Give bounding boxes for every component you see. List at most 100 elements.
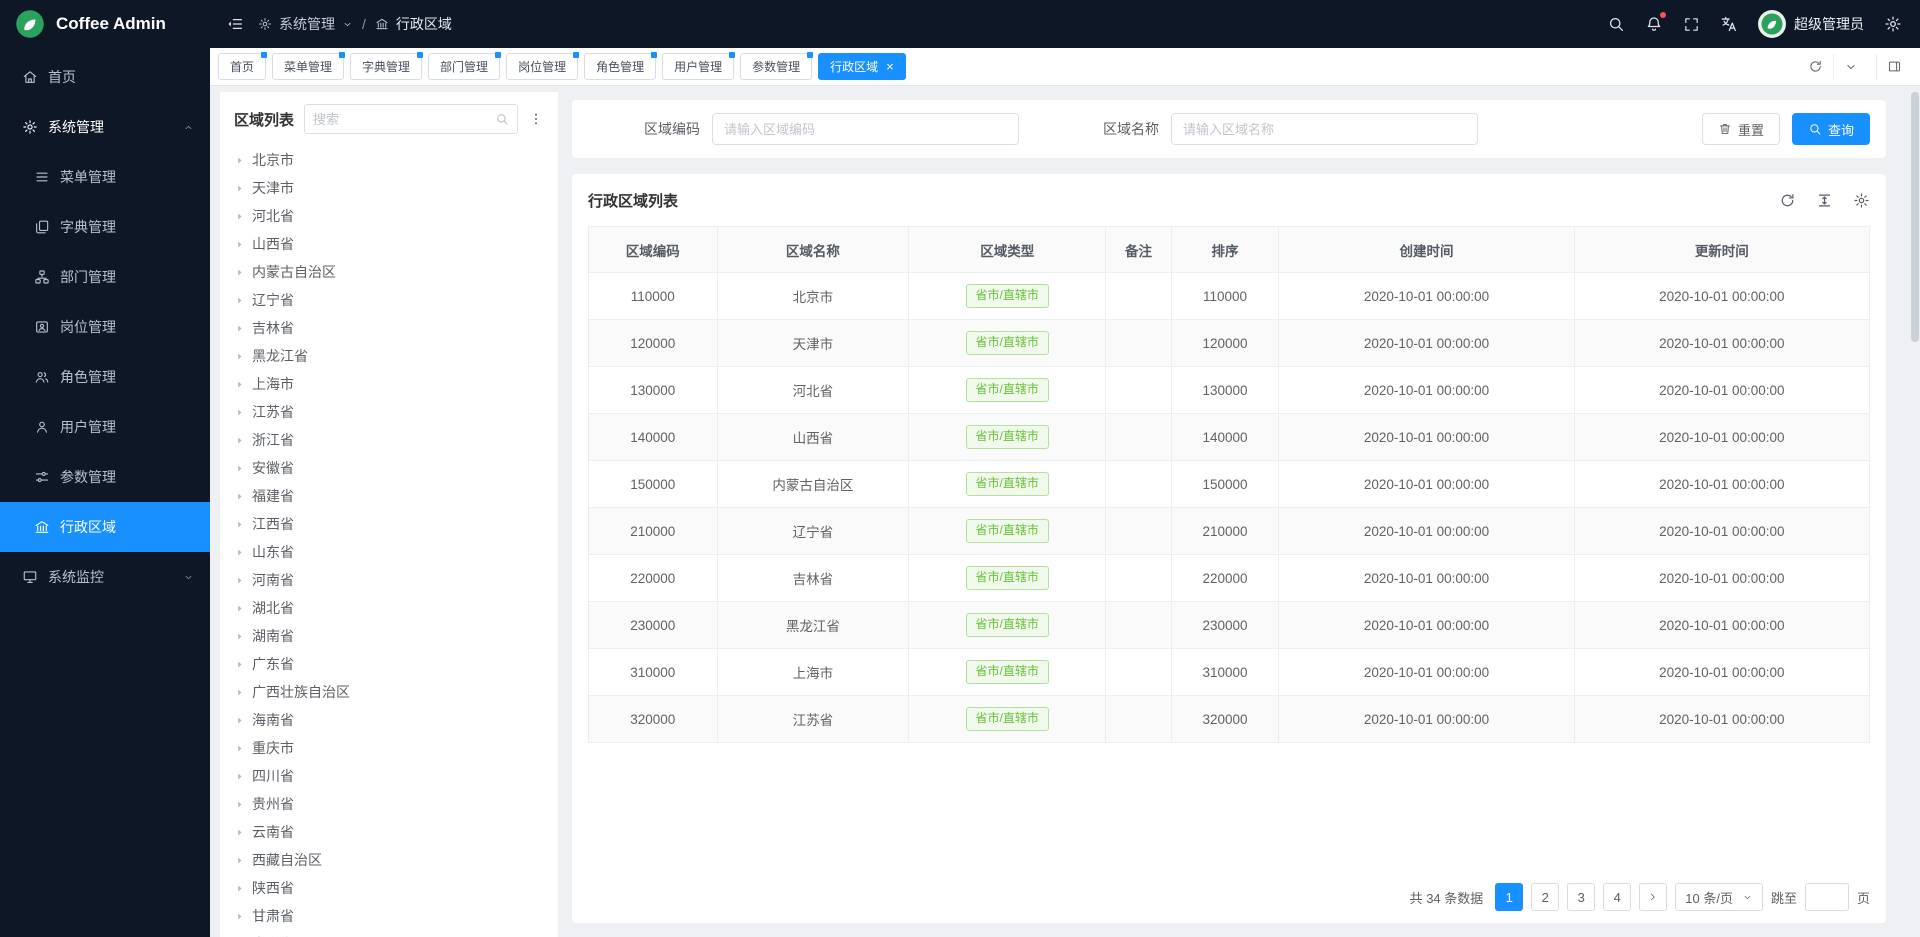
tree-item-18[interactable]: 广东省 [234,650,544,678]
tab-8[interactable]: 行政区域× [818,53,906,80]
page-scrollbar[interactable] [1911,90,1919,935]
sidebar-item-7[interactable]: 用户管理 [0,402,210,452]
next-page-button[interactable] [1639,883,1667,911]
tree-item-12[interactable]: 福建省 [234,482,544,510]
tree-item-1[interactable]: 天津市 [234,174,544,202]
tree-item-26[interactable]: 陕西省 [234,874,544,902]
table-settings-gear-icon[interactable] [1853,192,1870,209]
sidebar-item-5[interactable]: 岗位管理 [0,302,210,352]
tree-item-11[interactable]: 安徽省 [234,454,544,482]
tree-item-24[interactable]: 云南省 [234,818,544,846]
sidebar-item-3[interactable]: 字典管理 [0,202,210,252]
cell-region-name: 吉林省 [717,555,909,602]
layout-panel-icon[interactable] [1876,54,1912,80]
tab-dot [651,52,657,58]
cell-sort: 130000 [1171,367,1279,414]
table-row-3[interactable]: 140000山西省省市/直辖市1400002020-10-01 00:00:00… [589,414,1870,461]
tree-item-20[interactable]: 海南省 [234,706,544,734]
tree-item-10[interactable]: 浙江省 [234,426,544,454]
sidebar-item-6[interactable]: 角色管理 [0,352,210,402]
tree-item-21[interactable]: 重庆市 [234,734,544,762]
reset-button[interactable]: 重置 [1702,113,1780,145]
page-button-1[interactable]: 1 [1495,883,1523,911]
tree-item-3[interactable]: 山西省 [234,230,544,258]
app-logo[interactable]: Coffee Admin [0,0,210,48]
tab-2[interactable]: 字典管理 [350,53,422,80]
tree-item-4[interactable]: 内蒙古自治区 [234,258,544,286]
tree-item-17[interactable]: 湖南省 [234,622,544,650]
table-row-6[interactable]: 220000吉林省省市/直辖市2200002020-10-01 00:00:00… [589,555,1870,602]
jump-page-input[interactable] [1805,883,1849,911]
table-row-9[interactable]: 320000江苏省省市/直辖市3200002020-10-01 00:00:00… [589,696,1870,743]
filter-field-input-0[interactable] [712,113,1019,145]
tree-item-9[interactable]: 江苏省 [234,398,544,426]
tree-search-input[interactable] [313,112,495,127]
search-button[interactable]: 查询 [1792,113,1870,145]
table-body: 110000北京市省市/直辖市1100002020-10-01 00:00:00… [589,273,1870,743]
scrollbar-thumb[interactable] [1911,92,1919,342]
page-button-3[interactable]: 3 [1567,883,1595,911]
table-row-7[interactable]: 230000黑龙江省省市/直辖市2300002020-10-01 00:00:0… [589,602,1870,649]
table-row-2[interactable]: 130000河北省省市/直辖市1300002020-10-01 00:00:00… [589,367,1870,414]
fullscreen-icon[interactable] [1683,16,1700,33]
tree-item-2[interactable]: 河北省 [234,202,544,230]
column-header-3: 备注 [1106,227,1171,273]
sidebar-item-8[interactable]: 参数管理 [0,452,210,502]
tree-item-13[interactable]: 江西省 [234,510,544,538]
user-menu[interactable]: 超级管理员 [1758,10,1864,38]
tab-6[interactable]: 用户管理 [662,53,734,80]
page-button-4[interactable]: 4 [1603,883,1631,911]
cell-updated-time: 2020-10-01 00:00:00 [1574,508,1869,555]
tab-0[interactable]: 首页 [218,53,266,80]
settings-gear-icon[interactable] [1884,15,1902,33]
tree-item-27[interactable]: 甘肃省 [234,902,544,930]
sidebar-item-0[interactable]: 首页 [0,52,210,102]
collapse-sidebar-icon[interactable] [226,15,244,33]
tree-more-icon[interactable] [528,111,544,127]
table-row-4[interactable]: 150000内蒙古自治区省市/直辖市1500002020-10-01 00:00… [589,461,1870,508]
tree-item-16[interactable]: 湖北省 [234,594,544,622]
tab-7[interactable]: 参数管理 [740,53,812,80]
tree-search-box [304,104,518,134]
tree-item-0[interactable]: 北京市 [234,146,544,174]
tree-item-19[interactable]: 广西壮族自治区 [234,678,544,706]
tree-item-6[interactable]: 吉林省 [234,314,544,342]
filter-field-input-1[interactable] [1171,113,1478,145]
tree-item-25[interactable]: 西藏自治区 [234,846,544,874]
sidebar-item-9[interactable]: 行政区域 [0,502,210,552]
table-row-1[interactable]: 120000天津市省市/直辖市1200002020-10-01 00:00:00… [589,320,1870,367]
tree-item-5[interactable]: 辽宁省 [234,286,544,314]
tree-item-15[interactable]: 河南省 [234,566,544,594]
breadcrumb-parent[interactable]: 系统管理 [279,14,335,34]
page-button-2[interactable]: 2 [1531,883,1559,911]
tabs-menu-chevron-icon[interactable] [1833,54,1868,80]
table-row-8[interactable]: 310000上海市省市/直辖市3100002020-10-01 00:00:00… [589,649,1870,696]
tree-item-8[interactable]: 上海市 [234,370,544,398]
tab-4[interactable]: 岗位管理 [506,53,578,80]
translate-icon[interactable] [1720,15,1738,33]
bell-icon[interactable] [1645,15,1663,33]
tab-close-icon[interactable]: × [886,60,894,73]
search-icon[interactable] [1607,15,1625,33]
tab-5[interactable]: 角色管理 [584,53,656,80]
refresh-icon[interactable] [1779,192,1796,209]
tree-item-7[interactable]: 黑龙江省 [234,342,544,370]
refresh-tabs-icon[interactable] [1798,54,1833,80]
tree-item-14[interactable]: 山东省 [234,538,544,566]
page-size-select[interactable]: 10 条/页 [1675,883,1763,911]
sidebar-item-2[interactable]: 菜单管理 [0,152,210,202]
tab-3[interactable]: 部门管理 [428,53,500,80]
tab-dot [729,52,735,58]
tree-item-23[interactable]: 贵州省 [234,790,544,818]
table-row-0[interactable]: 110000北京市省市/直辖市1100002020-10-01 00:00:00… [589,273,1870,320]
tree-item-28[interactable]: 青海省 [234,930,544,937]
column-height-icon[interactable] [1816,192,1833,209]
table-row-5[interactable]: 210000辽宁省省市/直辖市2100002020-10-01 00:00:00… [589,508,1870,555]
search-label: 查询 [1828,120,1854,139]
sidebar-item-10[interactable]: 系统监控 [0,552,210,602]
tree-item-22[interactable]: 四川省 [234,762,544,790]
tab-1[interactable]: 菜单管理 [272,53,344,80]
column-label: 备注 [1125,244,1152,259]
sidebar-item-4[interactable]: 部门管理 [0,252,210,302]
sidebar-item-1[interactable]: 系统管理 [0,102,210,152]
